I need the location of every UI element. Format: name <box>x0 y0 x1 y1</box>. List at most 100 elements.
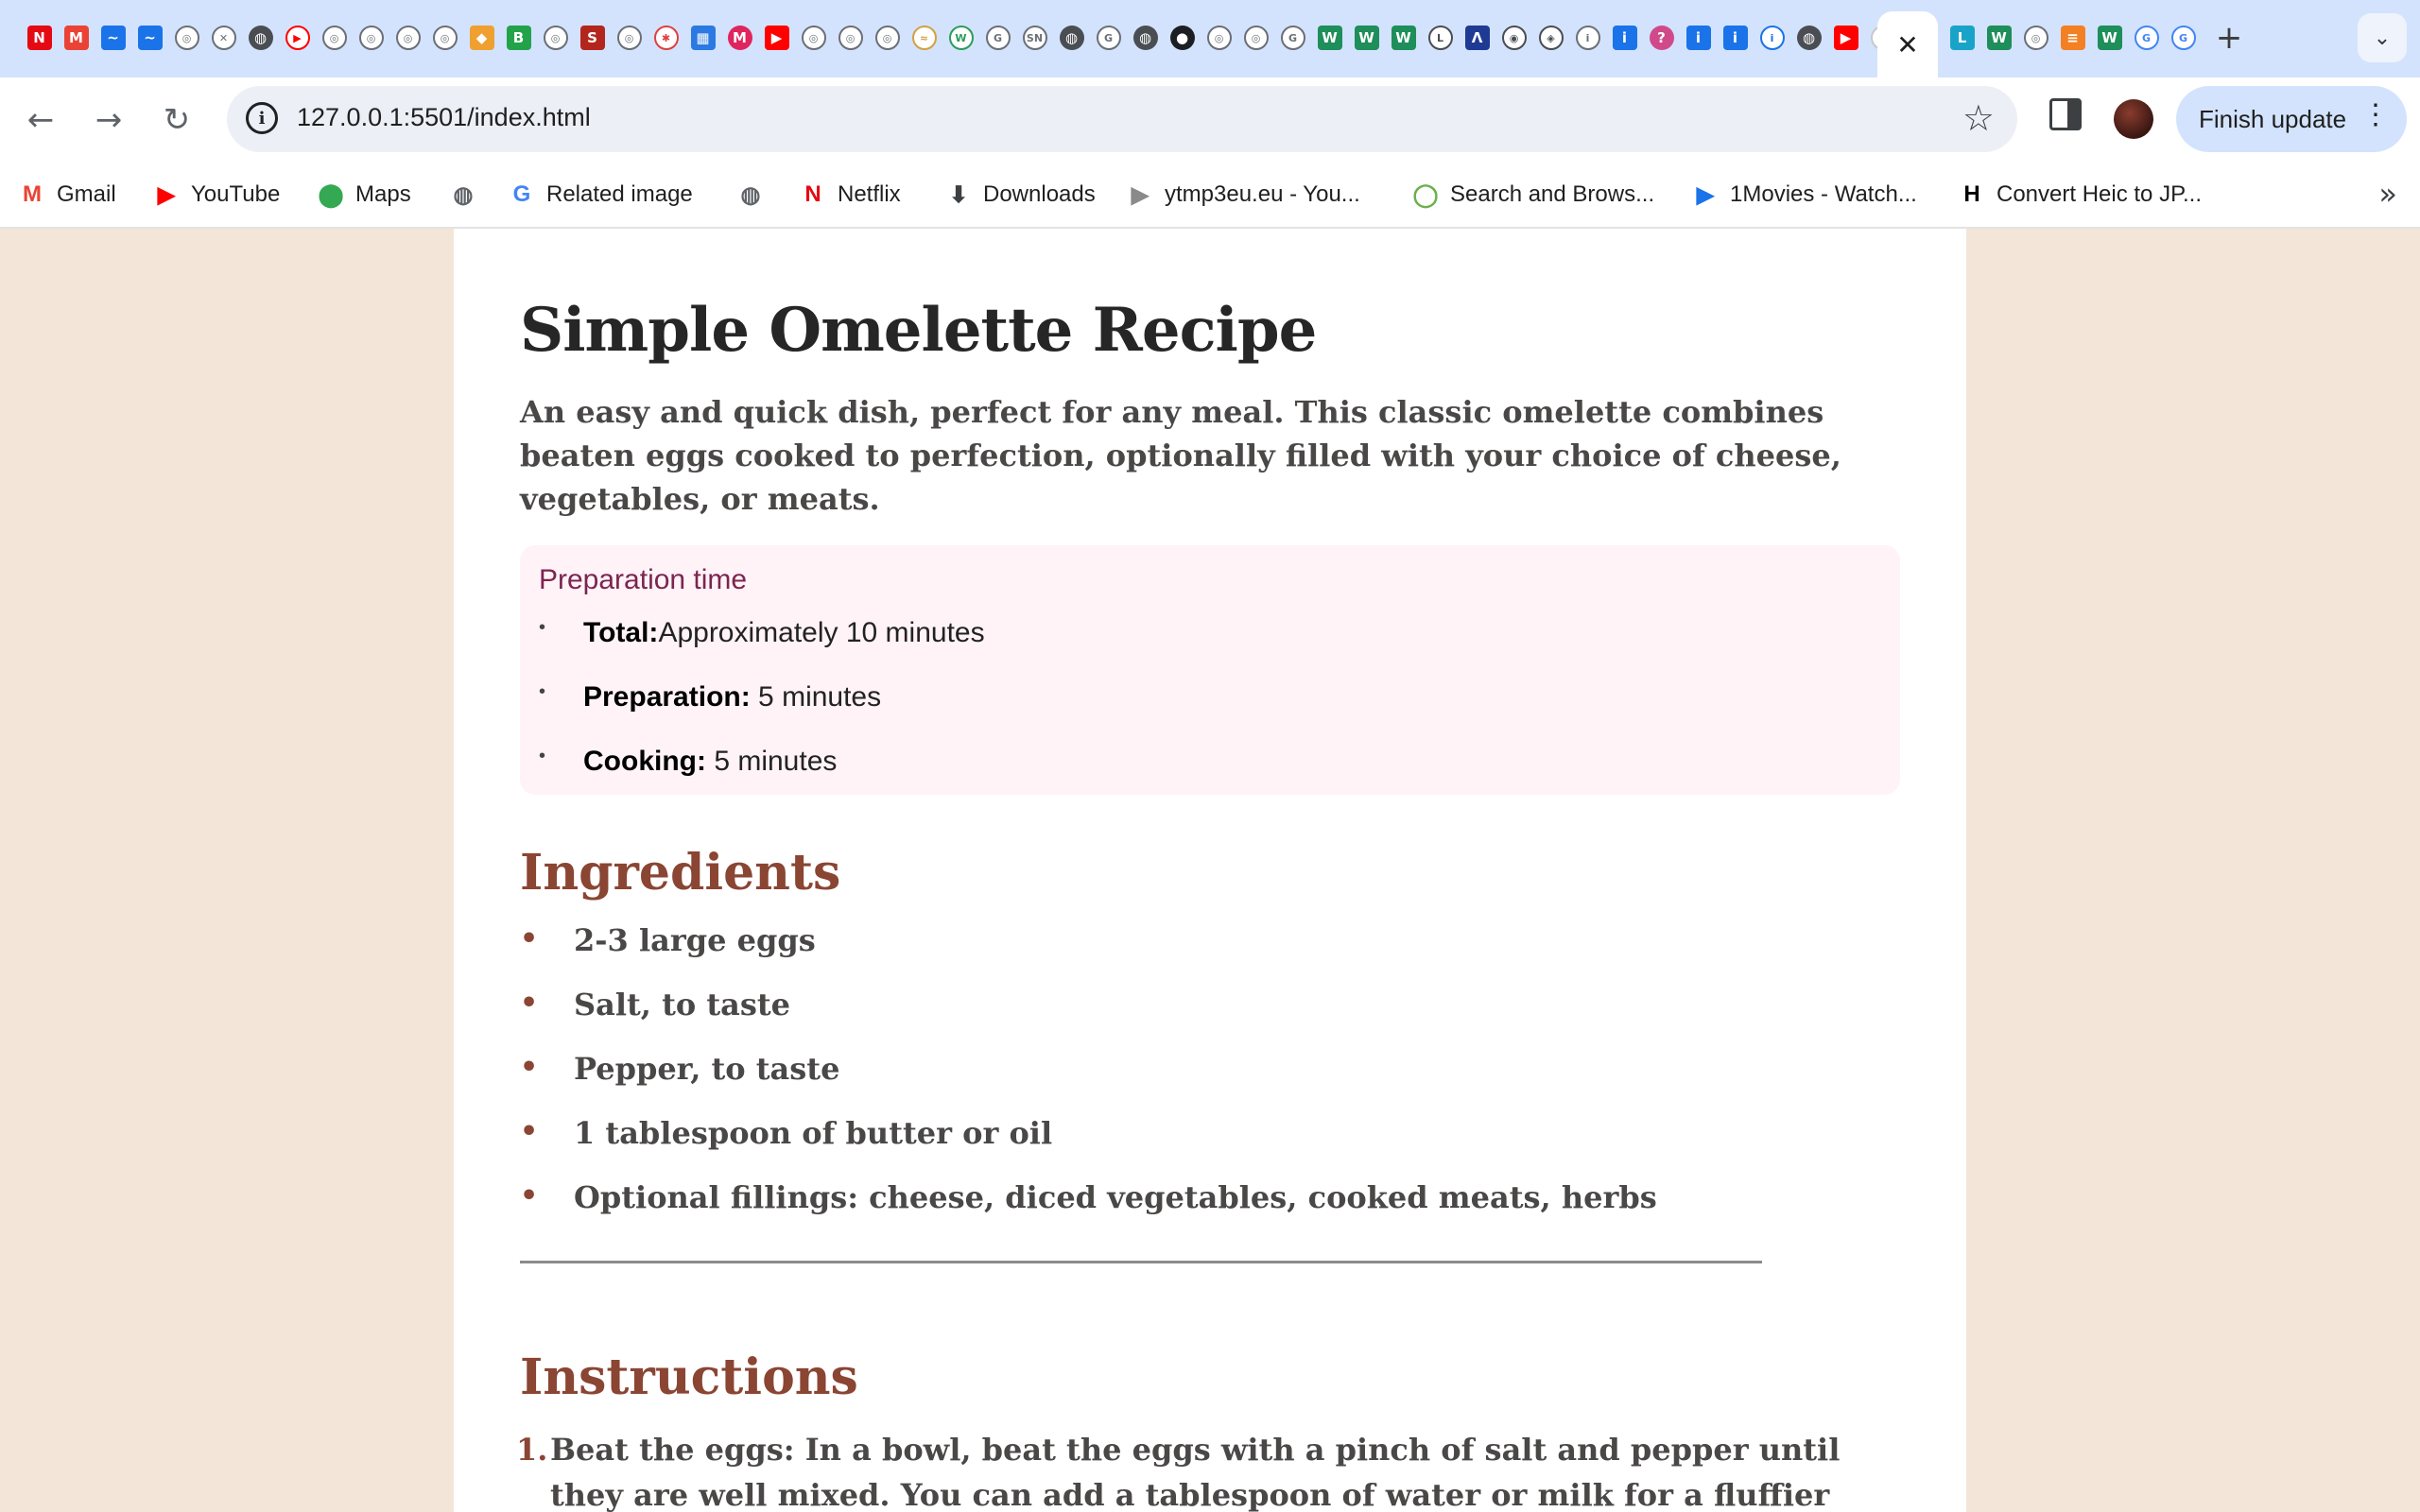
ring-favicon-icon: ◎ <box>1243 26 1269 50</box>
browser-tab[interactable]: ◍ <box>1053 19 1090 57</box>
browser-tab[interactable]: S <box>574 19 611 57</box>
bookmark-downloads[interactable]: ⬇ Downloads <box>945 176 1096 214</box>
browser-tab[interactable]: ◉ <box>1495 19 1532 57</box>
tab-search-button[interactable]: ⌄ <box>2358 13 2407 62</box>
browser-tab[interactable]: ◎ <box>1237 19 1274 57</box>
back-button[interactable]: ← <box>17 96 64 144</box>
browser-tab[interactable]: ≡ <box>2054 19 2091 57</box>
browser-tab[interactable]: ▶ <box>1827 19 1864 57</box>
browser-tab[interactable]: i <box>1606 19 1643 57</box>
browser-tab[interactable]: ◍ <box>242 19 279 57</box>
browser-tab[interactable]: ◎ <box>832 19 869 57</box>
bookmark-label: Convert Heic to JP... <box>1996 181 2202 207</box>
ring-favicon-icon: G <box>985 26 1011 50</box>
browser-tab[interactable]: W <box>1311 19 1348 57</box>
browser-tab[interactable]: ▶ <box>279 19 316 57</box>
ring-favicon-icon: ◎ <box>358 26 384 50</box>
browser-tab[interactable]: ◈ <box>1532 19 1569 57</box>
reload-button[interactable]: ↻ <box>153 96 200 144</box>
ring-favicon-icon: ◎ <box>2023 26 2048 50</box>
browser-tab[interactable]: ◎ <box>316 19 353 57</box>
browser-tab[interactable]: i <box>1569 19 1606 57</box>
browser-tab[interactable]: ~ <box>95 19 131 57</box>
bookmark-related-image[interactable]: G Related image <box>509 176 693 214</box>
browser-tab[interactable]: ~ <box>131 19 168 57</box>
bookmark-globe-2[interactable]: ◍ <box>737 176 764 214</box>
bookmark-globe[interactable]: ◍ <box>450 176 476 214</box>
section-divider <box>520 1261 1762 1263</box>
browser-tab[interactable]: ◎ <box>1201 19 1237 57</box>
bookmark-gmail[interactable]: M Gmail <box>19 176 116 214</box>
browser-tab[interactable]: ◎ <box>353 19 389 57</box>
browser-tab[interactable]: SN <box>1016 19 1053 57</box>
browser-tab[interactable]: M <box>58 19 95 57</box>
more-bookmarks-icon[interactable]: » <box>2378 176 2397 212</box>
browser-tab[interactable]: ▶ <box>758 19 795 57</box>
bookmark-maps[interactable]: ⬤ Maps <box>318 176 411 214</box>
browser-tab[interactable]: N <box>21 19 58 57</box>
browser-tab[interactable]: G <box>1090 19 1127 57</box>
browser-tab[interactable]: G <box>979 19 1016 57</box>
browser-tab[interactable]: ◎ <box>426 19 463 57</box>
forward-button[interactable]: → <box>85 96 132 144</box>
browser-tab[interactable]: ◆ <box>463 19 500 57</box>
finish-update-button[interactable]: Finish update ⋮ <box>2176 86 2407 152</box>
browser-tab[interactable]: G <box>2165 19 2202 57</box>
new-tab-button[interactable]: + <box>2208 17 2250 59</box>
google-favicon-icon: G <box>2134 26 2159 50</box>
tab-list: N M ~ ~ ◎ ✕ ◍ ▶ ◎ ◎ ◎ ◎ ◆ B ◎ S ◎ ✱ ▦ M ▶ ◎ ◎ ◎ ≈ W G SN ◍ G ◍ ● ◎ ◎ G W W W L… <box>21 19 1901 57</box>
browser-tab[interactable]: W <box>942 19 979 57</box>
browser-tab[interactable]: i <box>1680 19 1717 57</box>
browser-tab[interactable]: G <box>2128 19 2165 57</box>
bookmark-1movies[interactable]: ▶ 1Movies - Watch... <box>1692 176 1917 214</box>
bookmark-yts[interactable]: ◯ Search and Brows... <box>1412 176 1655 214</box>
browser-tab[interactable]: ? <box>1643 19 1680 57</box>
multicolor-favicon-icon: ▦ <box>690 26 716 50</box>
browser-tab[interactable]: i <box>1717 19 1754 57</box>
browser-tab[interactable]: L <box>1422 19 1459 57</box>
browser-tab[interactable]: ✕ <box>205 19 242 57</box>
browser-tab[interactable]: W <box>2091 19 2128 57</box>
browser-tab[interactable]: ◍ <box>1790 19 1827 57</box>
browser-tab[interactable]: i <box>1754 19 1790 57</box>
active-tab[interactable]: ✕ <box>1877 11 1938 77</box>
browser-tab[interactable]: ✱ <box>648 19 684 57</box>
tab-list-right: L W ◎ ≡ W G G <box>1944 19 2202 57</box>
browser-tab[interactable]: ▦ <box>684 19 721 57</box>
more-menu-icon[interactable]: ⋮ <box>2361 98 2390 131</box>
browser-tab[interactable]: ◎ <box>2017 19 2054 57</box>
browser-tab[interactable]: ◎ <box>869 19 906 57</box>
bookmark-netflix[interactable]: N Netflix <box>800 176 900 214</box>
browser-tab[interactable]: ● <box>1164 19 1201 57</box>
bookmark-label: Search and Brows... <box>1450 181 1655 207</box>
browser-tab[interactable]: G <box>1274 19 1311 57</box>
ring-favicon-icon: ◎ <box>543 26 568 50</box>
browser-tab[interactable]: B <box>500 19 537 57</box>
browser-tab[interactable]: M <box>721 19 758 57</box>
browser-tab[interactable]: W <box>1385 19 1422 57</box>
browser-tab[interactable]: ◍ <box>1127 19 1164 57</box>
address-bar[interactable]: i 127.0.0.1:5501/index.html ☆ <box>227 86 2017 152</box>
bookmark-youtube[interactable]: ▶ YouTube <box>153 176 281 214</box>
close-tab-icon[interactable]: ✕ <box>1896 29 1918 60</box>
browser-tab[interactable]: L <box>1944 19 1980 57</box>
browser-tab[interactable]: ◎ <box>795 19 832 57</box>
browser-tab[interactable]: W <box>1980 19 2017 57</box>
site-info-icon[interactable]: i <box>246 102 278 134</box>
browser-tab[interactable]: ◎ <box>168 19 205 57</box>
bookmark-heic[interactable]: H Convert Heic to JP... <box>1959 176 2202 214</box>
browser-tab[interactable]: ◎ <box>389 19 426 57</box>
instructions-list: 1. Beat the eggs: In a bowl, beat the eg… <box>516 1427 1900 1512</box>
url-text[interactable]: 127.0.0.1:5501/index.html <box>297 103 591 132</box>
side-panel-icon[interactable] <box>2049 98 2082 130</box>
bookmark-ytmp3[interactable]: ▶ ytmp3eu.eu - You... <box>1127 176 1360 214</box>
instructions-heading: Instructions <box>520 1349 858 1406</box>
browser-tab[interactable]: W <box>1348 19 1385 57</box>
profile-avatar[interactable] <box>2114 99 2153 139</box>
browser-tab[interactable]: Λ <box>1459 19 1495 57</box>
green-favicon-icon: B <box>506 26 531 50</box>
browser-tab[interactable]: ≈ <box>906 19 942 57</box>
browser-tab[interactable]: ◎ <box>537 19 574 57</box>
browser-tab[interactable]: ◎ <box>611 19 648 57</box>
bookmark-star-icon[interactable]: ☆ <box>1962 97 1995 139</box>
